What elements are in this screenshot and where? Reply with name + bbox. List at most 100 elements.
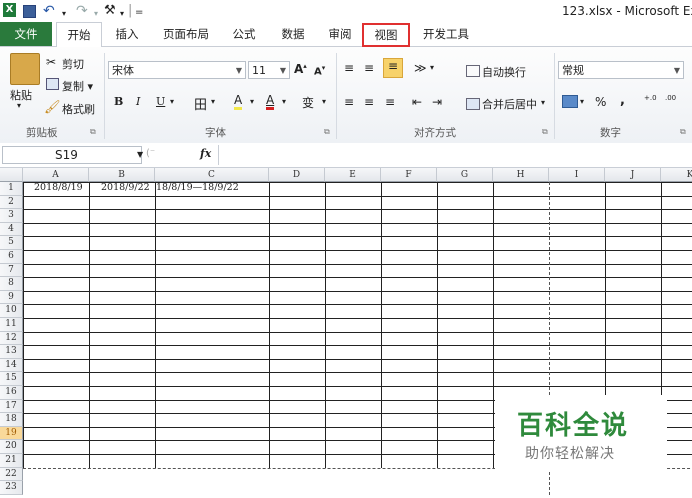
column-header-a[interactable]: A — [23, 168, 89, 182]
align-bottom-icon[interactable]: ≡ — [383, 58, 403, 78]
row-header-3[interactable]: 3 — [0, 209, 23, 223]
phonetic-button[interactable]: 变 — [302, 94, 314, 111]
shrink-font-button[interactable]: A▾ — [314, 64, 325, 77]
save-icon[interactable] — [23, 5, 36, 18]
column-header-c[interactable]: C — [155, 168, 269, 182]
row-header-13[interactable]: 13 — [0, 345, 23, 359]
align-left-icon[interactable]: ≡ — [344, 95, 354, 109]
row-header-4[interactable]: 4 — [0, 222, 23, 237]
underline-button[interactable]: U — [156, 95, 165, 108]
redo-dropdown-icon[interactable]: ▾ — [94, 6, 98, 22]
currency-icon[interactable] — [562, 95, 578, 108]
row-header-1[interactable]: 1 — [0, 182, 23, 196]
format-painter-button[interactable]: 格式刷 — [62, 101, 95, 117]
chevron-down-icon[interactable]: ▾ — [211, 97, 215, 106]
select-all-corner[interactable] — [0, 168, 23, 182]
column-header-j[interactable]: J — [605, 168, 661, 182]
row-header-7[interactable]: 7 — [0, 263, 23, 278]
column-header-f[interactable]: F — [381, 168, 437, 182]
font-launcher-icon[interactable]: ⧉ — [324, 127, 330, 137]
cut-button[interactable]: 剪切 — [62, 56, 84, 72]
font-color-button[interactable]: A — [266, 93, 275, 110]
row-header-23[interactable]: 23 — [0, 481, 23, 495]
cell-b1[interactable]: 2018/9/22 — [101, 182, 150, 193]
decrease-indent-icon[interactable]: ⇤ — [412, 95, 422, 109]
font-name-combo[interactable]: 宋体 ▼ — [108, 61, 246, 79]
number-format-combo[interactable]: 常规 ▼ — [558, 61, 684, 79]
row-header-22[interactable]: 22 — [0, 467, 23, 482]
increase-decimal-button[interactable]: +.0 — [644, 95, 657, 102]
tab-home[interactable]: 开始 — [56, 22, 102, 48]
tab-data[interactable]: 数据 — [278, 22, 308, 46]
chevron-down-icon[interactable]: ▾ — [580, 97, 584, 106]
copy-icon[interactable] — [46, 78, 59, 90]
row-header-9[interactable]: 9 — [0, 290, 23, 305]
function-icon[interactable]: fx — [200, 147, 211, 160]
column-header-e[interactable]: E — [325, 168, 381, 182]
italic-button[interactable]: I — [136, 95, 140, 108]
clipboard-icon[interactable] — [10, 53, 40, 85]
row-header-19[interactable]: 19 — [0, 426, 23, 441]
align-center-icon[interactable]: ≡ — [364, 95, 374, 109]
name-box[interactable]: S19 ▼ — [2, 146, 143, 164]
wrap-text-button[interactable]: 自动换行 — [482, 64, 526, 80]
scissors-icon[interactable]: ✂ — [46, 55, 56, 69]
tools-icon[interactable]: ⚒ — [104, 3, 116, 19]
redo-icon[interactable]: ↷ — [76, 3, 88, 19]
column-header-k[interactable]: K — [661, 168, 692, 182]
number-launcher-icon[interactable]: ⧉ — [680, 127, 686, 137]
tab-review[interactable]: 审阅 — [325, 22, 355, 46]
align-middle-icon[interactable]: ≡ — [364, 61, 374, 75]
chevron-down-icon[interactable]: ▾ — [541, 98, 545, 107]
row-header-15[interactable]: 15 — [0, 372, 23, 386]
undo-icon[interactable]: ↶ — [43, 3, 55, 19]
align-right-icon[interactable]: ≡ — [385, 95, 395, 109]
tab-insert[interactable]: 插入 — [112, 22, 142, 46]
font-size-combo[interactable]: 11 ▼ — [248, 61, 290, 79]
grow-font-button[interactable]: A▴ — [294, 62, 307, 76]
fill-color-button[interactable]: A — [234, 93, 243, 110]
row-header-16[interactable]: 16 — [0, 386, 23, 400]
tab-formulas[interactable]: 公式 — [228, 22, 260, 46]
row-header-10[interactable]: 10 — [0, 304, 23, 318]
decrease-decimal-button[interactable]: .00 — [665, 95, 676, 102]
clipboard-launcher-icon[interactable]: ⧉ — [90, 127, 96, 137]
tab-file[interactable]: 文件 — [0, 22, 52, 46]
tools-dropdown-icon[interactable]: ▾ — [120, 6, 124, 22]
column-header-i[interactable]: I — [549, 168, 605, 182]
chevron-down-icon[interactable]: ▾ — [430, 63, 434, 72]
cell-a1[interactable]: 2018/8/19 — [34, 182, 83, 193]
excel-icon[interactable]: X — [3, 3, 16, 17]
border-button[interactable]: 田 — [194, 94, 207, 113]
tab-developer[interactable]: 开发工具 — [420, 22, 472, 46]
row-header-20[interactable]: 20 — [0, 440, 23, 454]
undo-dropdown-icon[interactable]: ▾ — [62, 6, 66, 22]
tab-view[interactable]: 视图 — [362, 23, 410, 47]
column-header-g[interactable]: G — [437, 168, 493, 182]
merge-center-button[interactable]: 合并后居中 — [482, 96, 537, 112]
column-header-h[interactable]: H — [493, 168, 549, 182]
tab-page-layout[interactable]: 页面布局 — [160, 22, 212, 46]
increase-indent-icon[interactable]: ⇥ — [432, 95, 442, 109]
comma-button[interactable]: , — [620, 93, 625, 108]
alignment-launcher-icon[interactable]: ⧉ — [542, 127, 548, 137]
wrap-text-icon[interactable] — [466, 65, 480, 77]
row-header-5[interactable]: 5 — [0, 236, 23, 250]
orientation-icon[interactable]: ≫ — [414, 61, 427, 75]
row-header-21[interactable]: 21 — [0, 454, 23, 468]
bold-button[interactable]: B — [114, 95, 123, 108]
row-header-14[interactable]: 14 — [0, 358, 23, 373]
formula-input[interactable] — [218, 145, 692, 165]
row-header-11[interactable]: 11 — [0, 318, 23, 332]
chevron-down-icon[interactable]: ▾ — [250, 97, 254, 106]
row-header-17[interactable]: 17 — [0, 399, 23, 414]
column-header-d[interactable]: D — [269, 168, 325, 182]
merge-center-icon[interactable] — [466, 98, 480, 110]
percent-button[interactable]: % — [595, 95, 606, 109]
chevron-down-icon[interactable]: ▼ — [137, 147, 143, 163]
cell-c1[interactable]: 18/8/19—18/9/22 — [156, 182, 239, 193]
chevron-down-icon[interactable]: ▾ — [282, 97, 286, 106]
row-header-6[interactable]: 6 — [0, 250, 23, 264]
row-header-18[interactable]: 18 — [0, 413, 23, 427]
format-painter-icon[interactable]: 🖌 — [44, 100, 61, 115]
